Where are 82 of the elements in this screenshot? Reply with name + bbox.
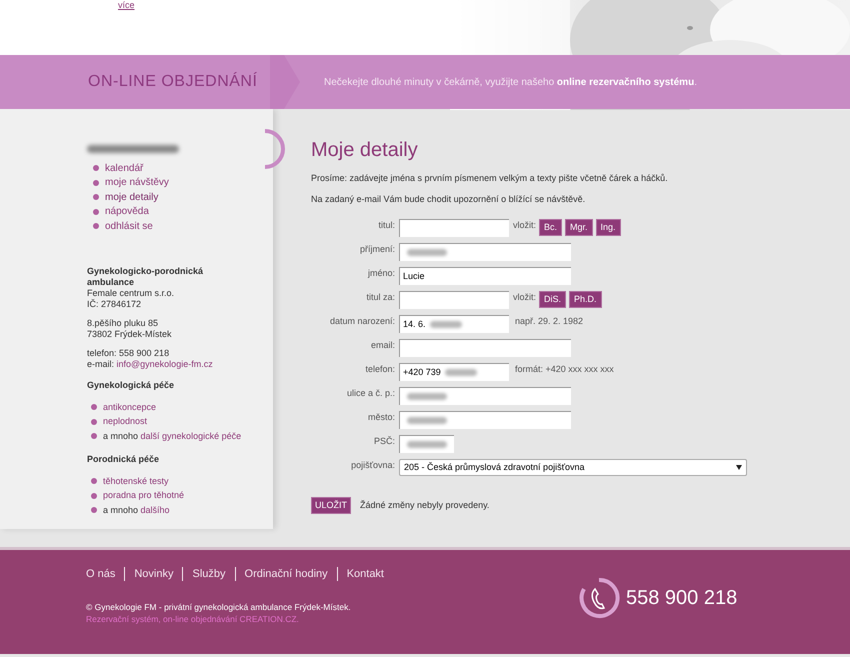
input-field[interactable]: Lucie xyxy=(399,267,571,285)
bullet-icon xyxy=(93,165,99,172)
sidebar-menu-link[interactable]: kalendář xyxy=(105,160,144,176)
field-label: město: xyxy=(366,411,396,424)
field-label: příjmení: xyxy=(358,243,396,256)
footer-nav-link[interactable]: Novinky xyxy=(134,566,174,582)
sidebar-menu-link[interactable]: moje návštěvy xyxy=(105,175,169,190)
field-label: telefon: xyxy=(364,363,396,376)
field-label: datum narození: xyxy=(328,315,396,328)
bullet-icon xyxy=(91,433,97,440)
info-text: Prosíme: zadávejte jména s prvním písmenem velkým a texty pište včetně čárek a háčků. xyxy=(311,173,669,184)
sidebar-menu-link[interactable]: nápověda xyxy=(105,204,149,220)
email-label: e-mail: xyxy=(87,358,116,370)
footer-nav-link[interactable]: Ordinační hodiny xyxy=(244,566,328,582)
save-button[interactable]: ULOŽIT xyxy=(311,497,352,514)
field-label: jméno: xyxy=(366,267,396,280)
input-field[interactable] xyxy=(399,411,571,429)
field-label: pojišťovna: xyxy=(350,459,396,472)
bullet-icon xyxy=(93,208,99,215)
sidebar-link[interactable]: další gynekologické péče xyxy=(140,430,242,443)
address-line: 8.pěšího pluku 85 xyxy=(87,318,160,328)
section-heading: Gynekologická péče xyxy=(87,378,176,392)
bullet-icon xyxy=(91,418,97,425)
field-label: titul za: xyxy=(365,291,396,304)
list-text: a mnoho xyxy=(103,504,140,516)
title-insert-button[interactable]: Ing. xyxy=(596,219,621,236)
banner-tagline: Nečekejte dlouhé minuty v čekárně, využijte našeho online rezervačního systému. xyxy=(324,76,697,90)
field-hint: např. 29. 2. 1982 xyxy=(515,315,584,328)
sidebar-menu-link[interactable]: odhlásit se xyxy=(105,218,153,234)
insert-label: vložit: xyxy=(513,219,536,232)
input-field[interactable]: 14. 6. xyxy=(399,315,509,333)
sidebar-link[interactable]: poradna pro těhotné xyxy=(103,489,184,502)
bullet-icon xyxy=(91,507,97,514)
footer-nav-link[interactable]: Služby xyxy=(192,566,226,582)
field-label: titul: xyxy=(377,219,396,232)
more-link[interactable]: více xyxy=(118,0,135,10)
input-field[interactable] xyxy=(399,243,571,261)
footer-nav-link[interactable]: Kontakt xyxy=(346,566,384,582)
copyright-text: © Gynekologie FM - privátní gynekologická ambulance Frýdek-Místek. xyxy=(86,600,352,614)
address-line: 73802 Frýdek-Místek xyxy=(87,328,173,340)
input-field[interactable] xyxy=(399,291,509,309)
phone-text: telefon: 558 900 218 xyxy=(87,348,170,358)
sidebar-link[interactable]: neplodnost xyxy=(103,415,148,428)
info-text: Na zadaný e-mail Vám bude chodit upozornění o blížící se návštěvě. xyxy=(311,194,586,205)
title-insert-button[interactable]: Ph.D. xyxy=(569,291,602,308)
sidebar-link[interactable]: těhotenské testy xyxy=(103,474,169,488)
company-info: Female centrum s.r.o. xyxy=(87,288,176,298)
input-field[interactable]: +420 739 xyxy=(399,363,509,381)
insert-label: vložit: xyxy=(513,291,536,304)
phone-icon xyxy=(578,577,620,619)
sidebar-link[interactable]: antikoncepce xyxy=(103,400,156,414)
dropdown-arrow-icon xyxy=(736,465,742,470)
banner-title: ON-LINE OBJEDNÁNÍ xyxy=(88,71,258,92)
sidebar-menu-link[interactable]: moje detaily xyxy=(105,190,158,205)
title-insert-button[interactable]: Bc. xyxy=(539,219,562,236)
footer-phone-number: 558 900 218 xyxy=(626,586,738,611)
input-field[interactable] xyxy=(399,219,509,237)
page-title: Moje detaily xyxy=(311,138,419,163)
field-label: PSČ: xyxy=(372,435,396,448)
bullet-icon xyxy=(91,404,97,410)
field-hint: formát: +420 xxx xxx xxx xyxy=(515,363,614,376)
email-link[interactable]: info@gynekologie-fm.cz xyxy=(116,358,213,370)
bullet-icon xyxy=(93,180,99,186)
field-label: email: xyxy=(370,339,396,352)
bullet-icon xyxy=(93,194,99,200)
bullet-icon xyxy=(91,478,97,484)
field-label: ulice a č. p.: xyxy=(346,387,396,400)
company-info: IČ: 27846172 xyxy=(87,298,142,310)
sidebar-link[interactable]: dalšího xyxy=(140,504,170,517)
title-insert-button[interactable]: DiS. xyxy=(539,291,566,308)
input-field[interactable] xyxy=(399,339,571,357)
company-name: Gynekologicko-porodnická ambulance xyxy=(87,266,204,288)
title-insert-button[interactable]: Mgr. xyxy=(565,219,593,236)
list-text: a mnoho xyxy=(103,430,140,442)
status-message: Žádné změny nebyly provedeny. xyxy=(360,498,490,512)
footer-nav-link[interactable]: O nás xyxy=(86,566,116,582)
input-field[interactable] xyxy=(399,435,454,453)
section-heading: Porodnická péče xyxy=(87,452,160,466)
insurance-select[interactable]: 205 - Česká průmyslová zdravotní pojišťovna xyxy=(399,459,747,476)
bullet-icon xyxy=(93,223,99,230)
bullet-icon xyxy=(91,492,97,499)
input-field[interactable] xyxy=(399,387,571,405)
